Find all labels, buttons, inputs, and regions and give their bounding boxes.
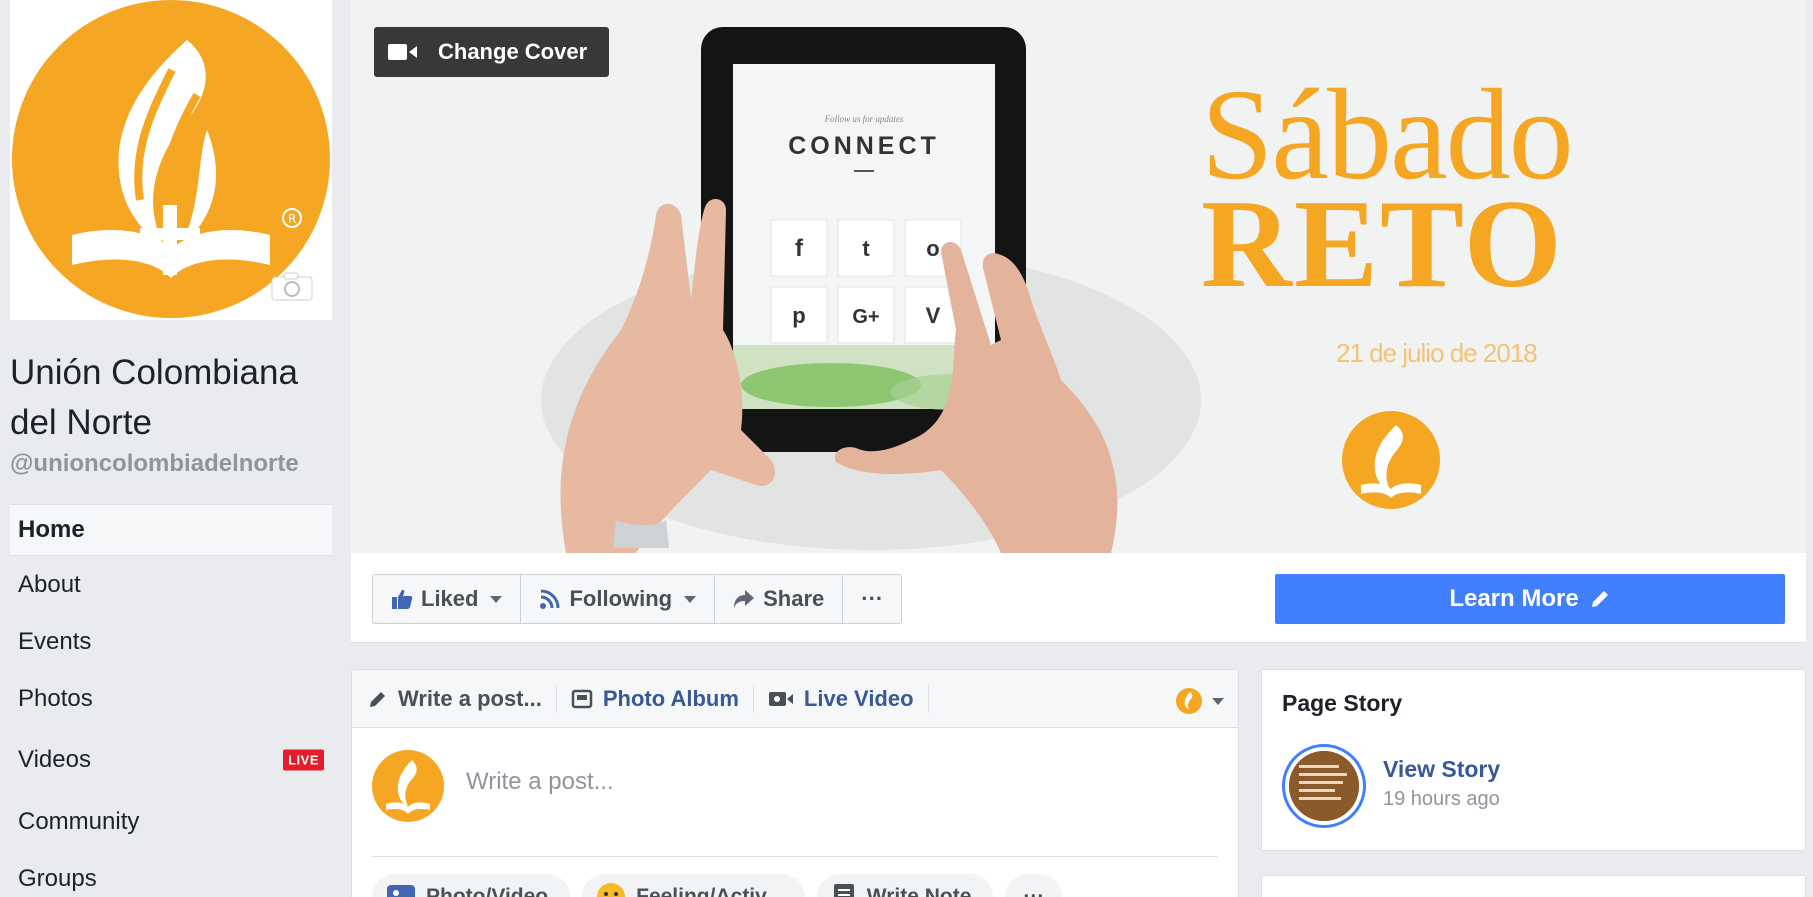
smiley-icon — [597, 883, 626, 897]
cover-image: Follow us for updates CONNECT f t o p G+… — [541, 27, 1201, 553]
nav-item-label: About — [18, 570, 81, 598]
video-camera-icon — [388, 44, 417, 60]
share-arrow-icon — [734, 590, 755, 608]
adventist-logo-icon — [1342, 411, 1440, 509]
composer-body: Write a post... — [352, 728, 1238, 848]
nav-item-label: Videos — [18, 746, 91, 773]
page-action-group: Liked Following Share ··· — [372, 574, 903, 624]
nav-item-label: Photos — [18, 684, 93, 712]
following-label: Following — [569, 586, 673, 611]
left-sidebar: R Unión Colombiana del Norte @unioncolom… — [10, 0, 332, 897]
story-thumbnail-image — [1289, 751, 1359, 821]
camera-icon[interactable] — [270, 270, 314, 302]
page-story-card: Page Story View Story 19 hours ago — [1261, 669, 1806, 851]
tab-album-label: Photo Album — [602, 685, 739, 711]
story-title: Page Story — [1282, 690, 1403, 716]
tab-write-post[interactable]: Write a post... — [368, 684, 557, 713]
write-note-button[interactable]: Write Note — [816, 874, 994, 897]
divider — [372, 856, 1218, 857]
page-nav: Home About Events Photos Videos LIVE Com… — [10, 504, 332, 897]
note-icon — [833, 884, 854, 897]
adventist-logo-icon — [1176, 688, 1202, 714]
chevron-down-icon — [1212, 697, 1224, 705]
story-preview-icon — [1289, 751, 1359, 821]
cover-date: 21 de julio de 2018 — [1336, 338, 1538, 368]
live-video-icon — [768, 691, 793, 706]
share-button[interactable]: Share — [715, 575, 844, 623]
photo-video-button[interactable]: Photo/Video — [372, 874, 571, 897]
photo-video-label: Photo/Video — [426, 885, 549, 897]
following-button[interactable]: Following — [521, 575, 716, 623]
learn-more-label: Learn More — [1449, 585, 1579, 612]
nav-item-label: Events — [18, 627, 92, 655]
nav-item-photos[interactable]: Photos — [10, 670, 332, 727]
more-options-button[interactable]: ··· — [843, 575, 901, 623]
vine-icon: V — [926, 303, 941, 328]
change-cover-label: Change Cover — [438, 39, 588, 64]
svg-text:R: R — [288, 212, 296, 226]
cover-headline-2: RETO — [1201, 175, 1564, 314]
nav-item-groups[interactable]: Groups — [10, 850, 332, 897]
story-thumbnail[interactable] — [1282, 744, 1366, 828]
page-title[interactable]: Unión Colombiana del Norte — [10, 348, 332, 448]
more-label: ··· — [861, 586, 884, 611]
post-as-selector[interactable] — [1176, 688, 1224, 714]
live-badge: LIVE — [283, 749, 324, 771]
nav-item-label: Groups — [18, 864, 97, 892]
liked-button[interactable]: Liked — [373, 575, 522, 623]
page-action-bar: Liked Following Share ··· Learn More — [351, 553, 1806, 643]
instagram-icon: o — [926, 236, 939, 261]
view-story-link[interactable]: View Story — [1383, 756, 1500, 783]
chevron-down-icon — [490, 595, 503, 603]
page-frame: R Unión Colombiana del Norte @unioncolom… — [0, 0, 1813, 897]
nav-item-videos[interactable]: Videos LIVE — [10, 727, 332, 793]
nav-item-label: Home — [18, 516, 85, 543]
cover-headline-1: Sábado — [1201, 63, 1574, 207]
rss-icon — [540, 589, 560, 609]
write-note-label: Write Note — [866, 885, 972, 897]
chevron-down-icon — [684, 595, 697, 603]
nav-item-home[interactable]: Home — [10, 504, 332, 556]
change-cover-button[interactable]: Change Cover — [374, 27, 610, 77]
google-plus-icon: G+ — [852, 306, 879, 328]
post-composer: Write a post... Photo Album Live Video W… — [351, 669, 1239, 897]
tab-live-video[interactable]: Live Video — [768, 684, 929, 713]
profile-picture[interactable]: R — [10, 0, 332, 320]
tab-live-label: Live Video — [803, 685, 914, 711]
feeling-activity-button[interactable]: Feeling/Activ... — [582, 874, 805, 897]
cover-photo: Follow us for updates CONNECT f t o p G+… — [351, 0, 1806, 553]
more-actions-label: ··· — [1023, 885, 1045, 897]
facebook-icon: f — [795, 235, 804, 262]
post-input[interactable]: Write a post... — [466, 768, 614, 796]
story-timestamp: 19 hours ago — [1383, 788, 1500, 810]
more-actions-button[interactable]: ··· — [1005, 874, 1063, 897]
pencil-icon — [370, 691, 385, 707]
nav-item-community[interactable]: Community — [10, 793, 332, 850]
tab-write-label: Write a post... — [398, 685, 542, 711]
page-handle[interactable]: @unioncolombiadelnorte — [10, 450, 299, 478]
next-card — [1261, 875, 1806, 897]
tab-photo-album[interactable]: Photo Album — [571, 684, 754, 713]
composer-tabs: Write a post... Photo Album Live Video — [352, 670, 1238, 728]
tablet-small-text: Follow us for updates — [824, 114, 904, 124]
composer-actions: Photo/Video Feeling/Activ... Write Note — [372, 874, 1063, 897]
tablet-connect-text: CONNECT — [788, 132, 940, 160]
nav-item-events[interactable]: Events — [10, 613, 332, 670]
pinterest-icon: p — [792, 303, 805, 328]
feeling-label: Feeling/Activ... — [636, 885, 783, 897]
liked-label: Liked — [421, 586, 479, 611]
share-label: Share — [763, 586, 825, 611]
thumbs-up-icon — [392, 589, 413, 609]
photo-icon — [387, 885, 415, 897]
avatar — [372, 750, 444, 822]
nav-item-about[interactable]: About — [10, 556, 332, 613]
nav-item-label: Community — [18, 807, 140, 835]
photo-album-icon — [571, 689, 593, 708]
pencil-icon[interactable] — [1589, 588, 1611, 610]
learn-more-button[interactable]: Learn More — [1275, 574, 1785, 624]
twitter-icon: t — [862, 236, 870, 261]
